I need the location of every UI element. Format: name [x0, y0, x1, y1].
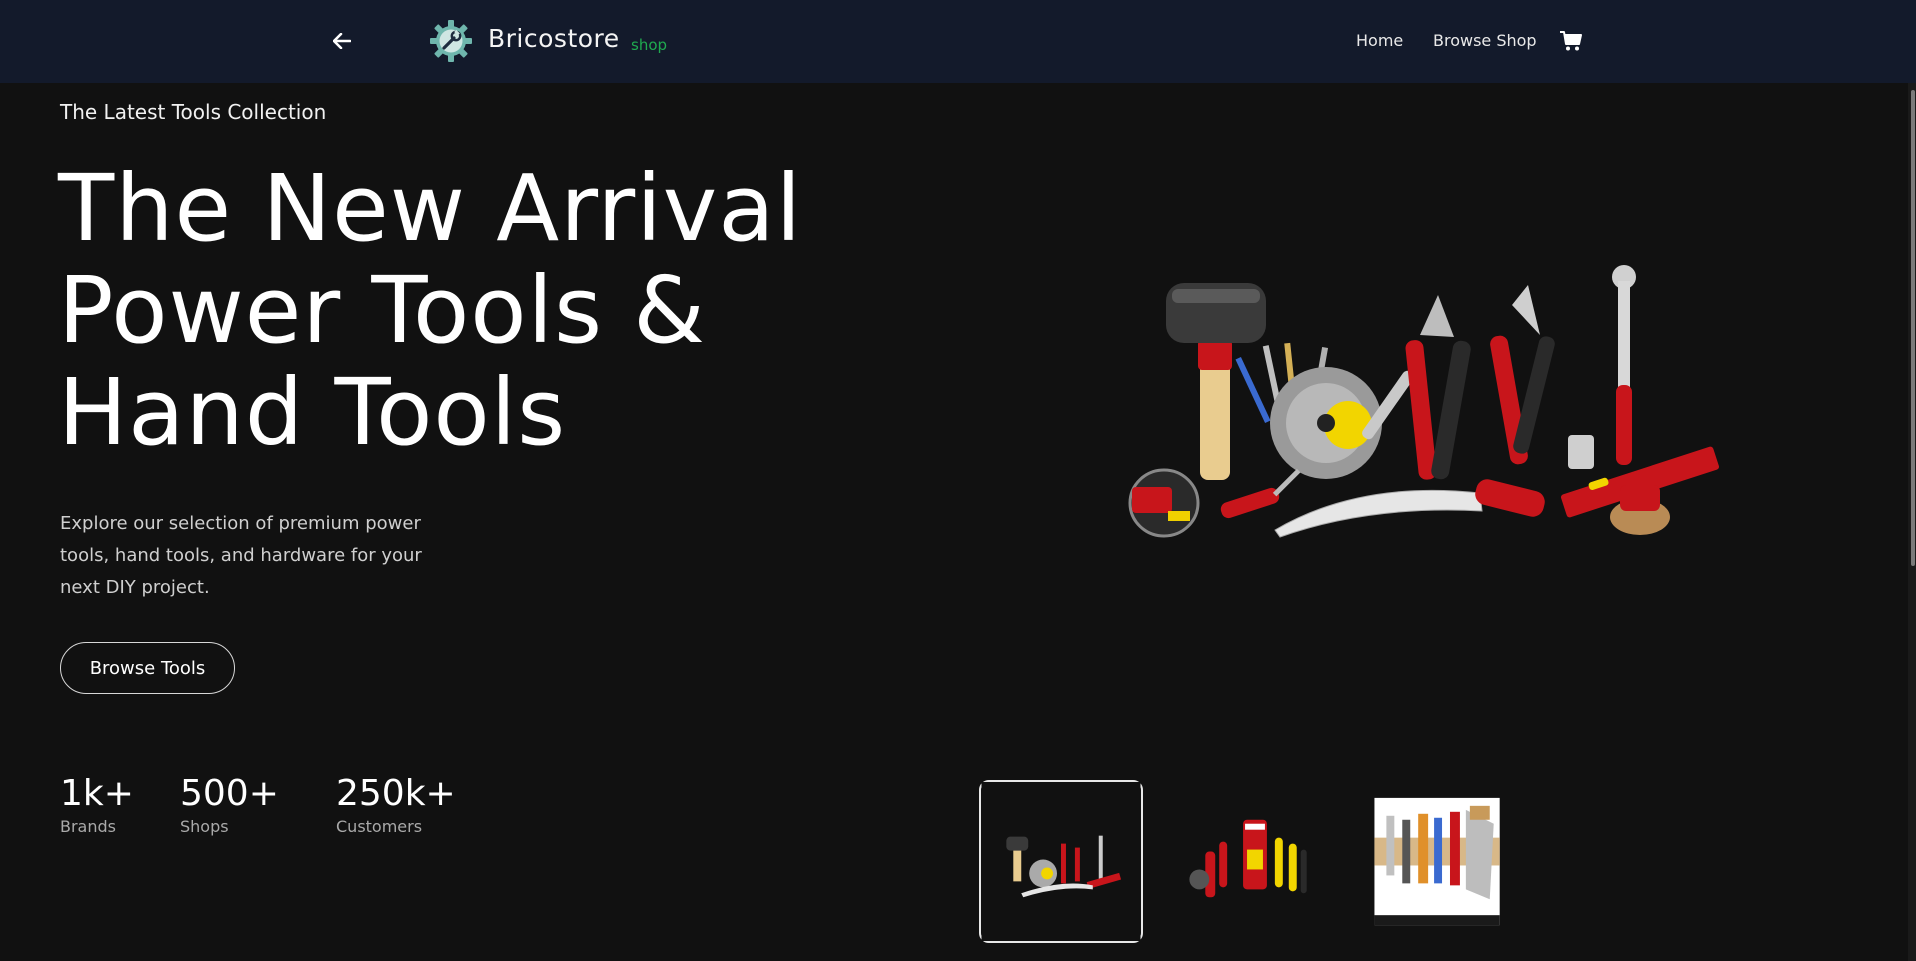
page-scrollbar-thumb[interactable]: [1911, 90, 1915, 566]
back-button[interactable]: [328, 26, 356, 56]
hero-title: The New Arrival Power Tools & Hand Tools: [58, 158, 958, 464]
stat-label: Customers: [336, 817, 423, 836]
thumbnail-1[interactable]: [979, 780, 1143, 943]
stat-shops: 500+ Shops: [180, 773, 279, 836]
thumbnail-image: [1171, 780, 1335, 943]
arrow-left-icon: [333, 33, 351, 49]
hero-title-line: Hand Tools: [58, 359, 567, 466]
brand-name[interactable]: Bricostore: [488, 24, 620, 53]
gear-wrench-icon[interactable]: [429, 19, 473, 63]
thumbnail-3[interactable]: [1366, 780, 1530, 943]
hero-eyebrow: The Latest Tools Collection: [60, 100, 327, 124]
stat-label: Brands: [60, 817, 116, 836]
socket: [1568, 435, 1594, 469]
shopping-cart-icon: [1560, 31, 1582, 51]
brand-tag: shop: [631, 36, 668, 54]
folding-tool: [1220, 468, 1301, 519]
stat-value: 1k+: [60, 773, 134, 814]
stat-value: 250k+: [336, 773, 456, 814]
tape-measure: [1128, 468, 1200, 538]
top-navbar: Bricostore shop Home Browse Shop: [0, 0, 1916, 83]
nav-link-browse-shop[interactable]: Browse Shop: [1433, 31, 1537, 50]
hero-title-line: The New Arrival: [58, 155, 803, 262]
hero-tools-image: [1128, 265, 1720, 538]
nav-link-home[interactable]: Home: [1356, 31, 1403, 50]
hero-description: Explore our selection of premium power t…: [60, 513, 422, 598]
pruning-shears: [1490, 285, 1555, 465]
cart-button[interactable]: [1559, 30, 1583, 52]
pruning-saw: [1274, 479, 1545, 538]
browse-tools-button[interactable]: Browse Tools: [60, 642, 235, 694]
thumbnail-image: [1374, 797, 1500, 926]
ratchet: [1612, 265, 1636, 465]
combination-pliers: [1405, 295, 1471, 480]
thumbnail-2[interactable]: [1171, 780, 1335, 943]
stat-brands: 1k+ Brands: [60, 773, 134, 836]
stat-label: Shops: [180, 817, 229, 836]
cutting-disc: [1270, 367, 1382, 479]
hero-title-line: Power Tools &: [58, 257, 707, 364]
stat-customers: 250k+ Customers: [336, 773, 456, 836]
thumbnail-image: [981, 782, 1141, 941]
stat-value: 500+: [180, 773, 279, 814]
